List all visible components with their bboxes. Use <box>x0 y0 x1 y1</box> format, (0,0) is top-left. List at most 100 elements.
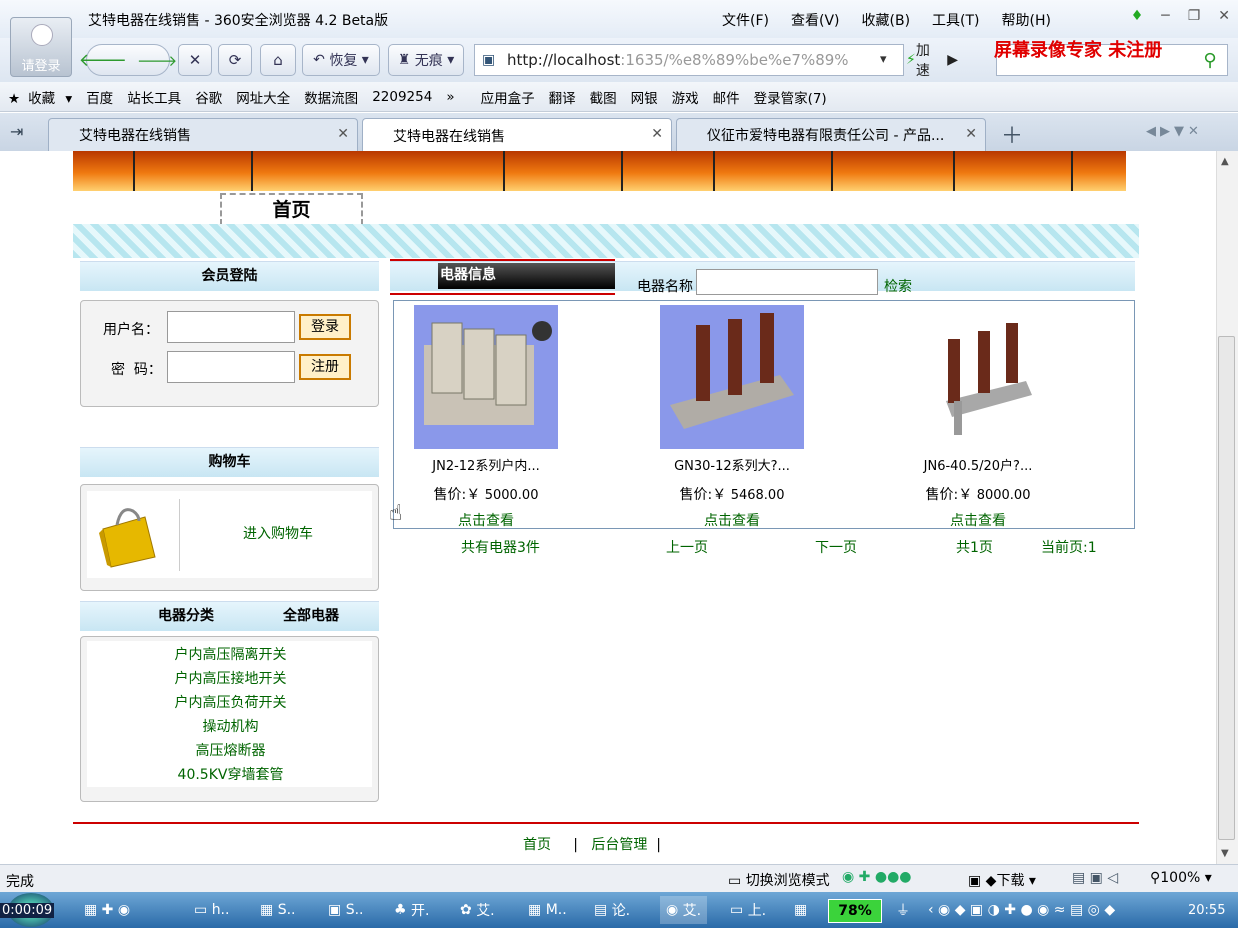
menu-help[interactable]: 帮助(H) <box>1002 10 1051 30</box>
tab-1[interactable]: 艾特电器在线销售 ✕ <box>48 118 358 151</box>
speed-button[interactable]: ⚡ 加速 ▶ <box>906 43 958 79</box>
forward-arrow-icon[interactable]: 🡒 <box>137 51 177 70</box>
address-dropdown-icon[interactable]: ▾ <box>880 52 887 67</box>
system-tray-icons[interactable]: ‹ ◉ ◆ ▣ ◑ ✚ ● ◉ ≈ ▤ ◎ ◆ <box>928 896 1115 924</box>
fav-number[interactable]: 2209254 <box>372 89 432 105</box>
status-bar: 完成 ▭ 切换浏览模式 ◉ ✚ ●●● ▣ ◆下载 ▾ ▤ ▣ ◁ ⚲100% … <box>0 864 1238 892</box>
register-button[interactable]: 注册 <box>299 354 351 380</box>
product-search-input[interactable] <box>696 269 878 295</box>
fav-url-directory[interactable]: 网址大全 <box>236 87 290 107</box>
products-title: 电器信息 <box>438 263 615 289</box>
taskbar-item-active[interactable]: ◉ 艾. <box>660 896 708 924</box>
favorites-star[interactable]: ★ 收藏 ▾ <box>8 87 72 107</box>
recorder-watermark: 屏幕录像专家 未注册 <box>994 40 1163 61</box>
menu-view[interactable]: 查看(V) <box>791 10 840 30</box>
category-item[interactable]: 操动机构 <box>81 715 380 739</box>
view-product-link[interactable]: 点击查看 <box>386 510 586 530</box>
plug-icon[interactable]: ⏚ <box>896 896 910 924</box>
view-product-link[interactable]: 点击查看 <box>878 510 1078 530</box>
taskbar-item[interactable]: ▦ S.. <box>260 896 295 924</box>
quicklaunch-icons[interactable]: ▦ ✚ ◉ <box>84 896 130 924</box>
fav-screenshot[interactable]: 截图 <box>590 87 617 107</box>
login-avatar[interactable]: 请登录 <box>10 17 72 77</box>
fav-more[interactable]: » <box>446 89 454 105</box>
download-button[interactable]: ▣ ◆下载 ▾ <box>968 870 1036 890</box>
maximize-icon[interactable]: ❐ <box>1188 8 1201 24</box>
switch-mode-button[interactable]: ▭ 切换浏览模式 <box>728 870 830 890</box>
username-input[interactable] <box>167 311 295 343</box>
search-button[interactable]: 检索 <box>884 276 912 296</box>
enter-cart-link[interactable]: 进入购物车 <box>243 523 313 543</box>
scrollbar-thumb[interactable] <box>1218 336 1235 840</box>
taskbar-item[interactable]: ▭ h.. <box>194 896 229 924</box>
product-name: GN30-12系列大?... <box>674 459 790 474</box>
tab-2-active[interactable]: 艾特电器在线销售 ✕ <box>362 118 672 152</box>
fav-translate[interactable]: 翻译 <box>549 87 576 107</box>
minimize-icon[interactable]: ─ <box>1161 8 1169 24</box>
stop-button[interactable]: ✕ <box>178 44 212 76</box>
close-tab-icon[interactable]: ✕ <box>651 126 663 142</box>
fav-games[interactable]: 游戏 <box>672 87 699 107</box>
category-item[interactable]: 40.5KV穿墙套管 <box>81 763 380 787</box>
incognito-icon: ♜ <box>397 52 411 68</box>
menu-favorites[interactable]: 收藏(B) <box>862 10 911 30</box>
taskbar-item[interactable]: ▤ 论. <box>594 896 630 924</box>
fav-login-manager[interactable]: 登录管家(7) <box>754 87 827 107</box>
home-button[interactable]: ⌂ <box>260 44 296 76</box>
footer-home-link[interactable]: 首页 <box>523 837 551 853</box>
login-button[interactable]: 登录 <box>299 314 351 340</box>
search-icon[interactable]: ⚲ <box>1190 44 1230 76</box>
tab-3[interactable]: 仪征市爱特电器有限责任公司 - 产品... ✕ <box>676 118 986 151</box>
skin-icon[interactable]: ♦ <box>1131 8 1144 24</box>
scroll-up-icon[interactable]: ▲ <box>1221 156 1229 167</box>
restore-button[interactable]: ↶ 恢复 ▾ <box>302 44 380 76</box>
category-item[interactable]: 户内高压负荷开关 <box>81 691 380 715</box>
status-icons[interactable]: ◉ ✚ ●●● <box>842 869 912 885</box>
fav-dataflow[interactable]: 数据流图 <box>304 87 358 107</box>
product-image[interactable] <box>660 305 804 449</box>
zoom-control[interactable]: ⚲100% ▾ <box>1150 870 1212 886</box>
taskbar-item[interactable]: ✿ 艾. <box>460 896 495 924</box>
taskbar-item[interactable]: ♣ 开. <box>394 896 429 924</box>
password-input[interactable] <box>167 351 295 383</box>
footer-admin-link[interactable]: 后台管理 <box>591 837 647 853</box>
close-tab-icon[interactable]: ✕ <box>965 126 977 142</box>
undo-icon: ↶ <box>313 52 325 68</box>
product-image[interactable] <box>906 305 1050 449</box>
current-page: 当前页:1 <box>1041 540 1097 556</box>
go-arrow-icon[interactable]: ▶ <box>947 52 958 68</box>
address-bar[interactable]: http://localhost:1635/%e8%89%be%e7%89% <box>474 44 904 76</box>
nav-home-tab[interactable]: 首页 <box>220 193 363 225</box>
menu-tools[interactable]: 工具(T) <box>932 10 979 30</box>
scroll-down-icon[interactable]: ▼ <box>1221 848 1229 859</box>
tray-status-icons[interactable]: ▤ ▣ ◁ <box>1072 870 1118 886</box>
keyboard-icon[interactable]: ▦ <box>794 896 807 924</box>
category-item[interactable]: 户内高压隔离开关 <box>81 643 380 667</box>
all-products-link[interactable]: 全部电器 <box>283 602 339 630</box>
menu-file[interactable]: 文件(F) <box>722 10 769 30</box>
close-tab-icon[interactable]: ✕ <box>337 126 349 142</box>
new-tab-icon[interactable]: ＋ <box>996 118 1028 149</box>
view-product-link[interactable]: 点击查看 <box>632 510 832 530</box>
incognito-button[interactable]: ♜ 无痕 ▾ <box>388 44 464 76</box>
sidebar-toggle-icon[interactable]: ⇥ <box>10 122 23 141</box>
fav-google[interactable]: 谷歌 <box>195 87 222 107</box>
taskbar-item[interactable]: ▣ S.. <box>328 896 363 924</box>
close-window-icon[interactable]: ✕ <box>1218 8 1230 24</box>
fav-webmaster[interactable]: 站长工具 <box>127 87 181 107</box>
fav-appbox[interactable]: 应用盒子 <box>481 87 535 107</box>
taskbar-item[interactable]: ▦ M.. <box>528 896 567 924</box>
taskbar-item[interactable]: ▭ 上. <box>730 896 766 924</box>
category-item[interactable]: 户内高压接地开关 <box>81 667 380 691</box>
back-arrow-icon[interactable]: 🡐 <box>79 50 127 71</box>
tab-scroll-icons[interactable]: ◀▶▼✕ <box>1146 124 1203 139</box>
folder-icon: ▭ <box>194 902 208 918</box>
category-item[interactable]: 高压熔断器 <box>81 739 380 763</box>
product-image[interactable] <box>414 305 558 449</box>
prev-page-link[interactable]: 上一页 <box>666 537 708 557</box>
refresh-button[interactable]: ⟳ <box>218 44 252 76</box>
next-page-link[interactable]: 下一页 <box>815 537 857 557</box>
fav-baidu[interactable]: 百度 <box>86 87 113 107</box>
fav-mail[interactable]: 邮件 <box>713 87 740 107</box>
fav-bank[interactable]: 网银 <box>631 87 658 107</box>
